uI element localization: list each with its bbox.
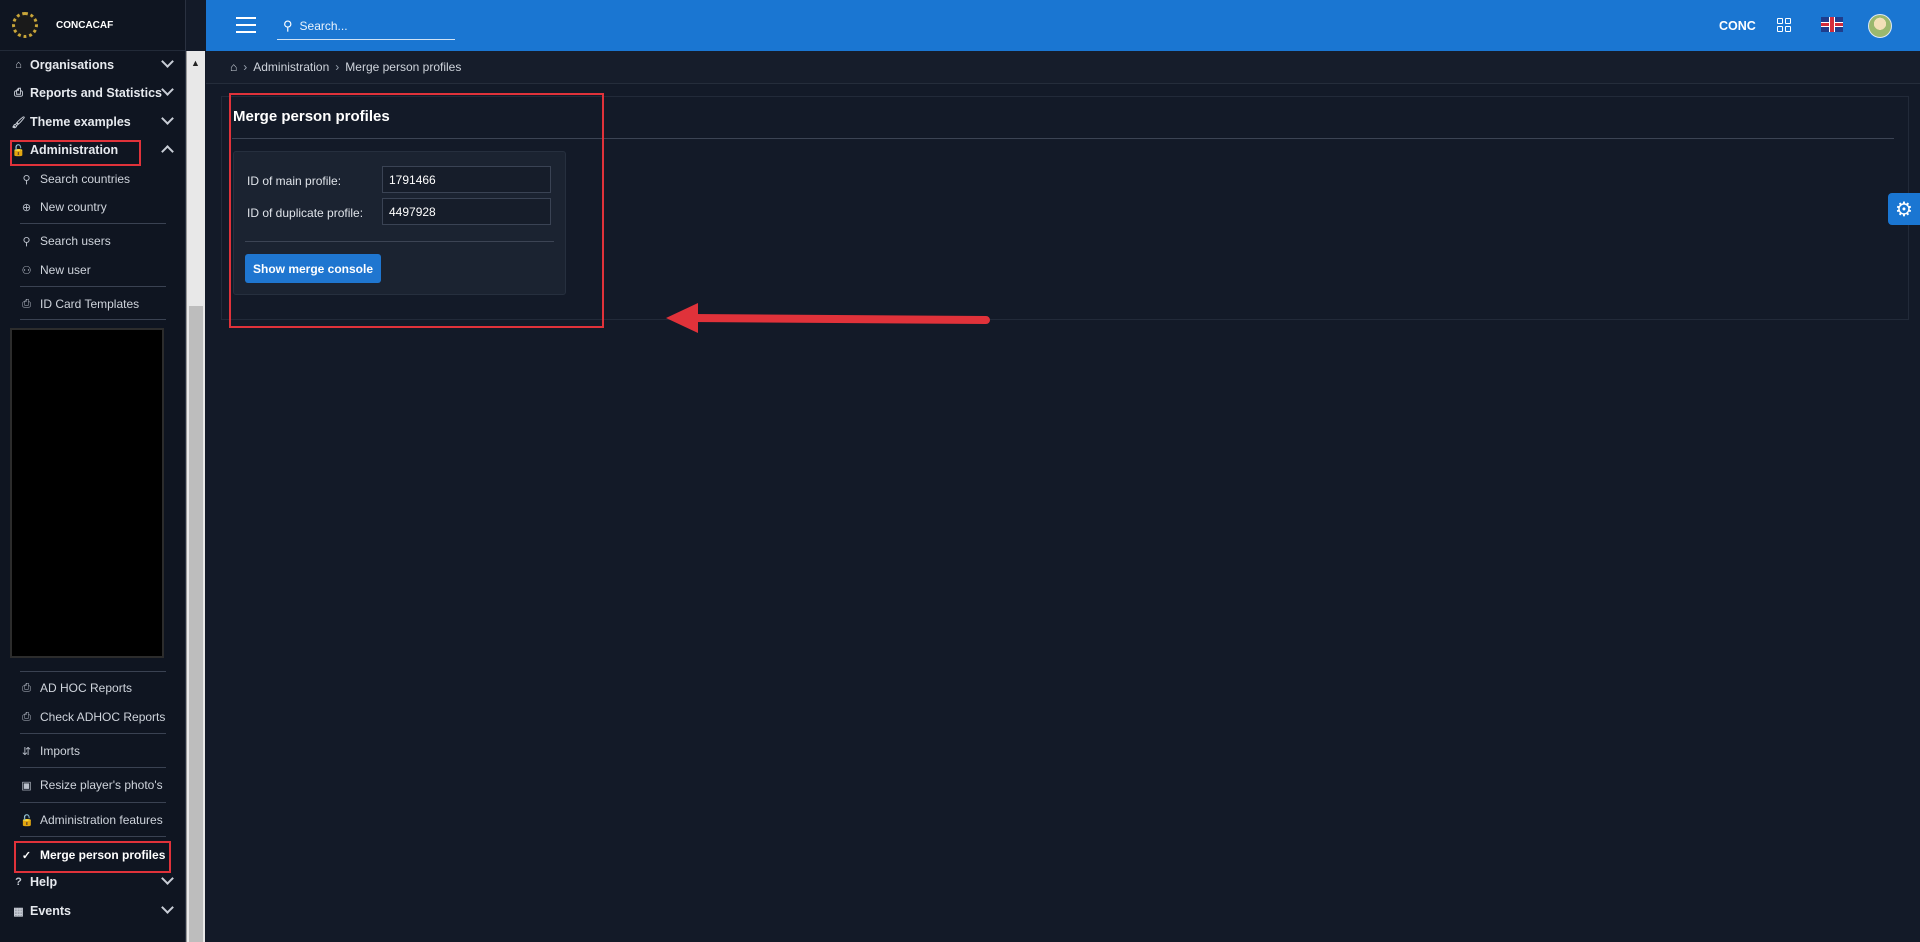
import-icon: ⇵: [21, 745, 32, 758]
apps-grid-icon[interactable]: [1777, 18, 1791, 32]
sidebar-item-label: New country: [40, 200, 107, 214]
home-icon[interactable]: ⌂: [230, 60, 237, 74]
sidebar-item-label: Search users: [40, 234, 111, 248]
sidebar-scrollbar[interactable]: ▲: [186, 51, 205, 942]
sidebar-item-administration-features[interactable]: 🔓 Administration features: [20, 807, 166, 833]
search-icon: ⚲: [283, 18, 293, 33]
sidebar-item-label: Reports and Statistics: [30, 86, 162, 100]
sidebar-item-label: New user: [40, 263, 91, 277]
sidebar-item-events[interactable]: ▦ Events: [0, 899, 185, 923]
divider: [20, 671, 166, 672]
sidebar-item-search-countries[interactable]: ⚲ Search countries: [20, 166, 166, 192]
breadcrumb-separator: ›: [243, 60, 248, 74]
sidebar-item-organisations[interactable]: ⌂ Organisations: [0, 53, 185, 77]
sidebar-item-new-country[interactable]: ⊕ New country: [20, 194, 166, 220]
chevron-up-icon: [161, 145, 174, 158]
printer-icon: ⎙: [14, 86, 23, 99]
search-input[interactable]: [299, 19, 430, 33]
chevron-down-icon: [161, 901, 174, 914]
printer-icon: ⎙: [22, 681, 31, 694]
sidebar-item-label: Search countries: [40, 172, 131, 186]
sidebar-item-label: ID Card Templates: [40, 297, 140, 311]
highlight-administration: [10, 140, 141, 166]
divider: [20, 733, 166, 734]
scrollbar-thumb[interactable]: [189, 306, 203, 942]
building-icon: ⌂: [15, 59, 22, 71]
redacted-region: [10, 328, 164, 658]
sidebar-item-label: Imports: [40, 744, 81, 758]
divider: [20, 319, 166, 320]
annotation-arrow-shaft: [687, 313, 991, 325]
chevron-down-icon: [161, 112, 174, 125]
avatar[interactable]: [1868, 14, 1892, 38]
uk-flag-icon[interactable]: [1821, 17, 1843, 32]
annotation-arrow-head: [666, 303, 698, 333]
sidebar-item-imports[interactable]: ⇵ Imports: [20, 738, 166, 764]
help-circle-icon: ?: [15, 876, 22, 888]
sidebar: CONCACAF ⌂ Organisations ⎙ Reports and S…: [0, 0, 186, 942]
globe-icon: ⊕: [21, 201, 32, 214]
breadcrumb: ⌂ › Administration › Merge person profil…: [206, 51, 1920, 84]
chevron-down-icon: [161, 55, 174, 68]
sidebar-nav: ⌂ Organisations ⎙ Reports and Statistics…: [0, 51, 185, 942]
sidebar-item-theme-examples[interactable]: 🖌 Theme examples: [0, 110, 185, 134]
sidebar-item-label: Help: [30, 875, 58, 889]
calendar-icon: ▦: [13, 905, 24, 918]
highlight-merge-form: [229, 93, 604, 328]
printer-icon: ⎙: [22, 710, 31, 723]
sidebar-item-label: Check ADHOC Reports: [40, 710, 166, 724]
sidebar-item-resize-photos[interactable]: ▣ Resize player's photo's: [20, 772, 166, 798]
divider: [20, 836, 166, 837]
concacaf-logo: [12, 12, 38, 38]
image-icon: ▣: [21, 779, 32, 792]
settings-gear-icon[interactable]: ⚙: [1888, 193, 1920, 225]
search-icon: ⚲: [22, 173, 31, 186]
sidebar-item-label: Theme examples: [30, 115, 131, 129]
search-box[interactable]: ⚲: [277, 13, 455, 40]
user-plus-icon: ⚇: [21, 264, 32, 277]
sidebar-item-help[interactable]: ? Help: [0, 870, 185, 894]
sidebar-item-label: AD HOC Reports: [40, 681, 133, 695]
brand[interactable]: CONCACAF: [0, 0, 185, 51]
lock-icon: 🔓: [20, 814, 34, 827]
sidebar-item-check-adhoc-reports[interactable]: ⎙ Check ADHOC Reports: [20, 704, 166, 730]
sidebar-item-id-card-templates[interactable]: ⎙ ID Card Templates: [20, 291, 166, 317]
sidebar-item-label: Administration features: [40, 813, 163, 827]
sidebar-item-label: Events: [30, 904, 71, 918]
sidebar-item-label: Organisations: [30, 58, 115, 72]
divider: [20, 223, 166, 224]
search-icon: ⚲: [22, 235, 31, 248]
divider: [20, 767, 166, 768]
sidebar-item-new-user[interactable]: ⚇ New user: [20, 257, 166, 283]
printer-icon: ⎙: [22, 297, 31, 310]
sidebar-item-reports[interactable]: ⎙ Reports and Statistics: [0, 81, 185, 105]
sidebar-item-label: Resize player's photo's: [40, 778, 163, 792]
divider: [20, 286, 166, 287]
breadcrumb-current: Merge person profiles: [345, 60, 462, 74]
user-code[interactable]: CONC: [1719, 19, 1756, 33]
menu-toggle-icon[interactable]: [236, 17, 256, 33]
breadcrumb-separator: ›: [335, 60, 340, 74]
scroll-up-arrow-icon[interactable]: ▲: [191, 58, 200, 68]
divider: [20, 802, 166, 803]
highlight-merge-person-profiles: [14, 841, 171, 873]
topbar: ⚲ CONC: [206, 0, 1920, 51]
paint-roller-icon: 🖌: [11, 116, 26, 129]
brand-name: CONCACAF: [56, 19, 114, 31]
breadcrumb-item[interactable]: Administration: [253, 60, 329, 74]
sidebar-item-adhoc-reports[interactable]: ⎙ AD HOC Reports: [20, 675, 166, 701]
chevron-down-icon: [161, 83, 174, 96]
sidebar-item-search-users[interactable]: ⚲ Search users: [20, 228, 166, 254]
chevron-down-icon: [161, 872, 174, 885]
